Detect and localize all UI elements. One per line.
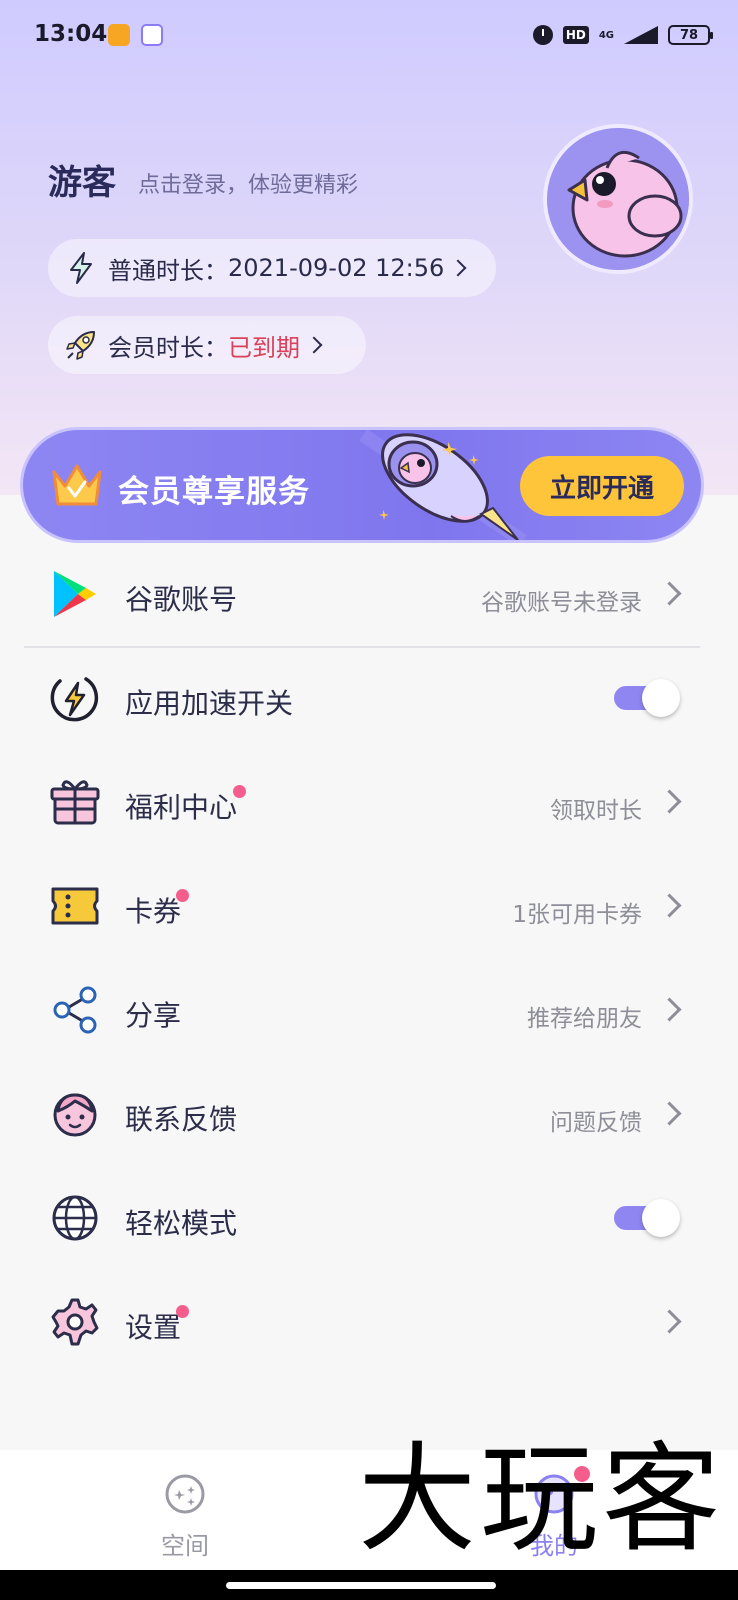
menu-value-google: 谷歌账号未登录: [481, 590, 642, 616]
weibo-notification-icon: [108, 24, 130, 46]
rocket-icon: [64, 328, 98, 362]
crown-icon: [52, 464, 102, 506]
notification-dot: [176, 889, 189, 902]
menu-item-google-account[interactable]: 谷歌账号 谷歌账号未登录: [0, 543, 738, 647]
menu-item-share[interactable]: 分享 推荐给朋友: [0, 959, 738, 1063]
menu-label-coupon: 卡券: [125, 895, 182, 928]
notification-dot: [176, 1305, 189, 1318]
menu-value-feedback: 问题反馈: [550, 1110, 642, 1136]
activate-vip-button[interactable]: 立即开通: [520, 456, 684, 516]
normal-duration-label: 普通时长：: [108, 256, 228, 285]
alarm-icon: [532, 25, 553, 45]
menu-item-feedback[interactable]: 联系反馈 问题反馈: [0, 1063, 738, 1167]
watermark: 大玩客: [358, 1430, 725, 1568]
normal-duration-value: 2021-09-02 12:56: [228, 254, 445, 282]
member-duration-pill[interactable]: 会员时长： 已到期: [48, 316, 366, 374]
toggle-knob: [642, 1199, 680, 1237]
battery-level: 78: [679, 27, 699, 43]
menu-label-settings: 设置: [125, 1311, 182, 1344]
status-right-group: HD 4G 78: [532, 20, 713, 50]
avatar[interactable]: [543, 124, 693, 274]
menu-label-google: 谷歌账号: [125, 583, 238, 616]
vip-banner-title: 会员尊享服务: [118, 474, 310, 510]
share-icon: [53, 986, 97, 1034]
status-bar: 13:04 HD 4G 78: [0, 0, 738, 70]
menu-label-share: 分享: [125, 999, 182, 1032]
menu-label-acceleration: 应用加速开关: [125, 687, 294, 720]
chevron-right-icon: [657, 581, 682, 606]
support-agent-icon: [53, 1093, 97, 1137]
network-type: 4G: [598, 29, 614, 41]
easy-mode-toggle[interactable]: [614, 1199, 680, 1237]
rocket-mascot-icon: [359, 430, 527, 540]
google-play-icon: [54, 571, 96, 617]
planet-icon: [165, 1474, 205, 1514]
tab-space-label: 空间: [161, 1532, 209, 1560]
menu-label-easy-mode: 轻松模式: [125, 1207, 238, 1240]
battery-icon: 78: [668, 25, 713, 45]
globe-icon: [52, 1195, 98, 1241]
lightning-circle-icon: [50, 677, 99, 722]
member-duration-label: 会员时长：: [108, 333, 228, 362]
menu-item-coupon[interactable]: 卡券 1张可用卡券: [0, 855, 738, 959]
lightning-icon: [64, 251, 98, 285]
acceleration-toggle[interactable]: [614, 679, 680, 717]
chevron-right-icon: [305, 336, 323, 354]
menu-value-share: 推荐给朋友: [527, 1006, 642, 1032]
chevron-right-icon: [449, 259, 467, 277]
menu-item-settings[interactable]: 设置: [0, 1271, 738, 1375]
menu-label-welfare: 福利中心: [125, 791, 238, 824]
normal-duration-pill[interactable]: 普通时长： 2021-09-02 12:56: [48, 239, 496, 297]
gesture-bar[interactable]: [226, 1582, 496, 1589]
chevron-right-icon: [657, 997, 682, 1022]
menu-label-feedback: 联系反馈: [125, 1103, 238, 1136]
menu-value-coupon: 1张可用卡券: [512, 902, 642, 928]
gift-icon: [50, 780, 100, 825]
login-hint[interactable]: 点击登录，体验更精彩: [138, 167, 358, 199]
menu-item-app-acceleration: 应用加速开关: [0, 647, 738, 751]
gear-icon: [51, 1298, 99, 1346]
toggle-knob: [642, 679, 680, 717]
vip-banner[interactable]: 会员尊享服务 立即开通: [20, 427, 704, 543]
status-time: 13:04: [34, 21, 108, 47]
signal-icon: [624, 26, 658, 44]
notification-dot: [233, 785, 246, 798]
tab-space[interactable]: 空间: [125, 1468, 245, 1568]
member-duration-status: 已到期: [228, 333, 300, 362]
menu-item-welfare-center[interactable]: 福利中心 领取时长: [0, 751, 738, 855]
menu-item-easy-mode: 轻松模式: [0, 1167, 738, 1271]
chevron-right-icon: [657, 789, 682, 814]
menu-value-welfare: 领取时长: [550, 798, 642, 824]
guest-name[interactable]: 游客: [48, 155, 116, 204]
ticket-icon: [51, 887, 99, 925]
chevron-right-icon: [657, 1309, 682, 1334]
chevron-right-icon: [657, 893, 682, 918]
chevron-right-icon: [657, 1101, 682, 1126]
app-notification-icon: [141, 24, 163, 46]
hd-badge: HD: [562, 26, 589, 44]
